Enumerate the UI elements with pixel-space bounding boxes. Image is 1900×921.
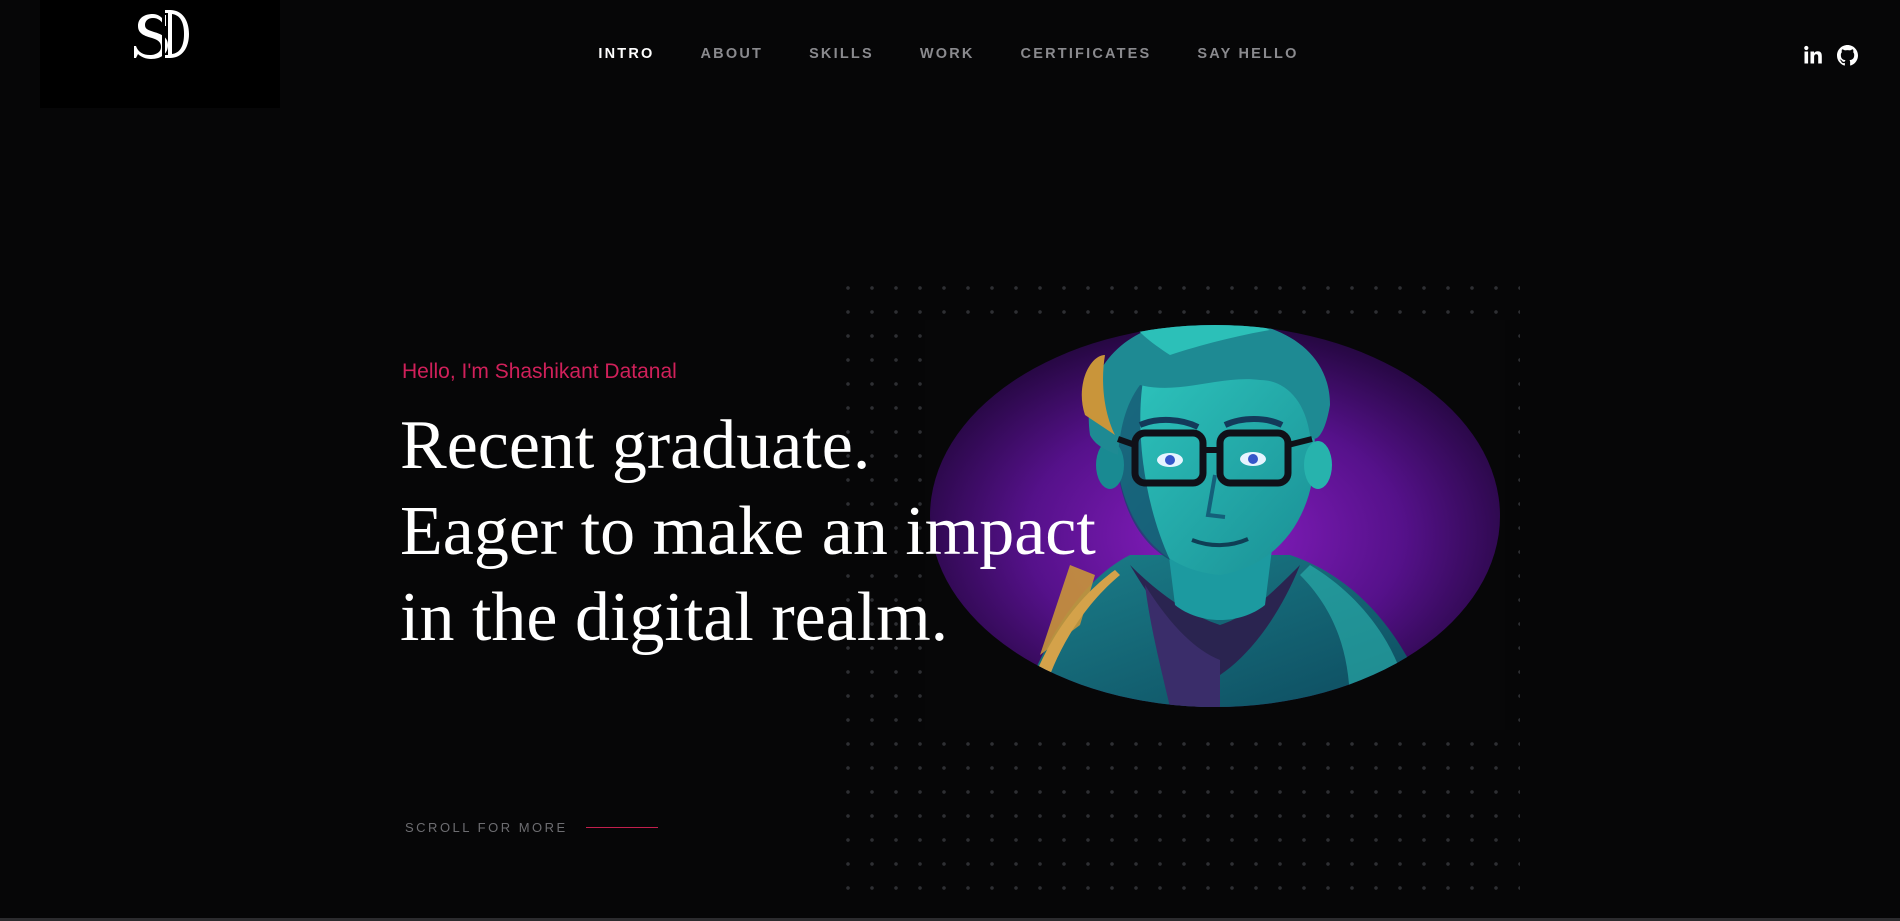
page: INTRO ABOUT SKILLS WORK CERTIFICATES SAY… (0, 0, 1900, 921)
hero-headline: Recent graduate. Eager to make an impact… (400, 403, 1096, 661)
nav-list: INTRO ABOUT SKILLS WORK CERTIFICATES SAY… (598, 46, 1298, 62)
nav-item-certificates[interactable]: CERTIFICATES (1021, 46, 1152, 62)
linkedin-icon (1804, 45, 1822, 64)
social-links (1802, 44, 1858, 66)
nav-item-say-hello[interactable]: SAY HELLO (1197, 46, 1298, 62)
nav-item-skills[interactable]: SKILLS (809, 46, 874, 62)
scroll-indicator[interactable]: SCROLL FOR MORE (405, 820, 658, 835)
nav-item-intro[interactable]: INTRO (598, 46, 654, 62)
github-link[interactable] (1836, 44, 1858, 66)
scroll-label: SCROLL FOR MORE (405, 820, 568, 835)
scroll-line (585, 827, 658, 828)
nav-item-work[interactable]: WORK (920, 46, 975, 62)
nav-item-about[interactable]: ABOUT (701, 46, 764, 62)
headline-line-2: Eager to make an impact (400, 493, 1096, 570)
github-icon (1836, 44, 1858, 65)
greeting-text: Hello, I'm Shashikant Datanal (402, 360, 677, 383)
linkedin-link[interactable] (1802, 44, 1824, 66)
headline-line-1: Recent graduate. (400, 407, 871, 484)
main-nav: INTRO ABOUT SKILLS WORK CERTIFICATES SAY… (0, 46, 1900, 62)
headline-line-3: in the digital realm. (400, 579, 949, 656)
